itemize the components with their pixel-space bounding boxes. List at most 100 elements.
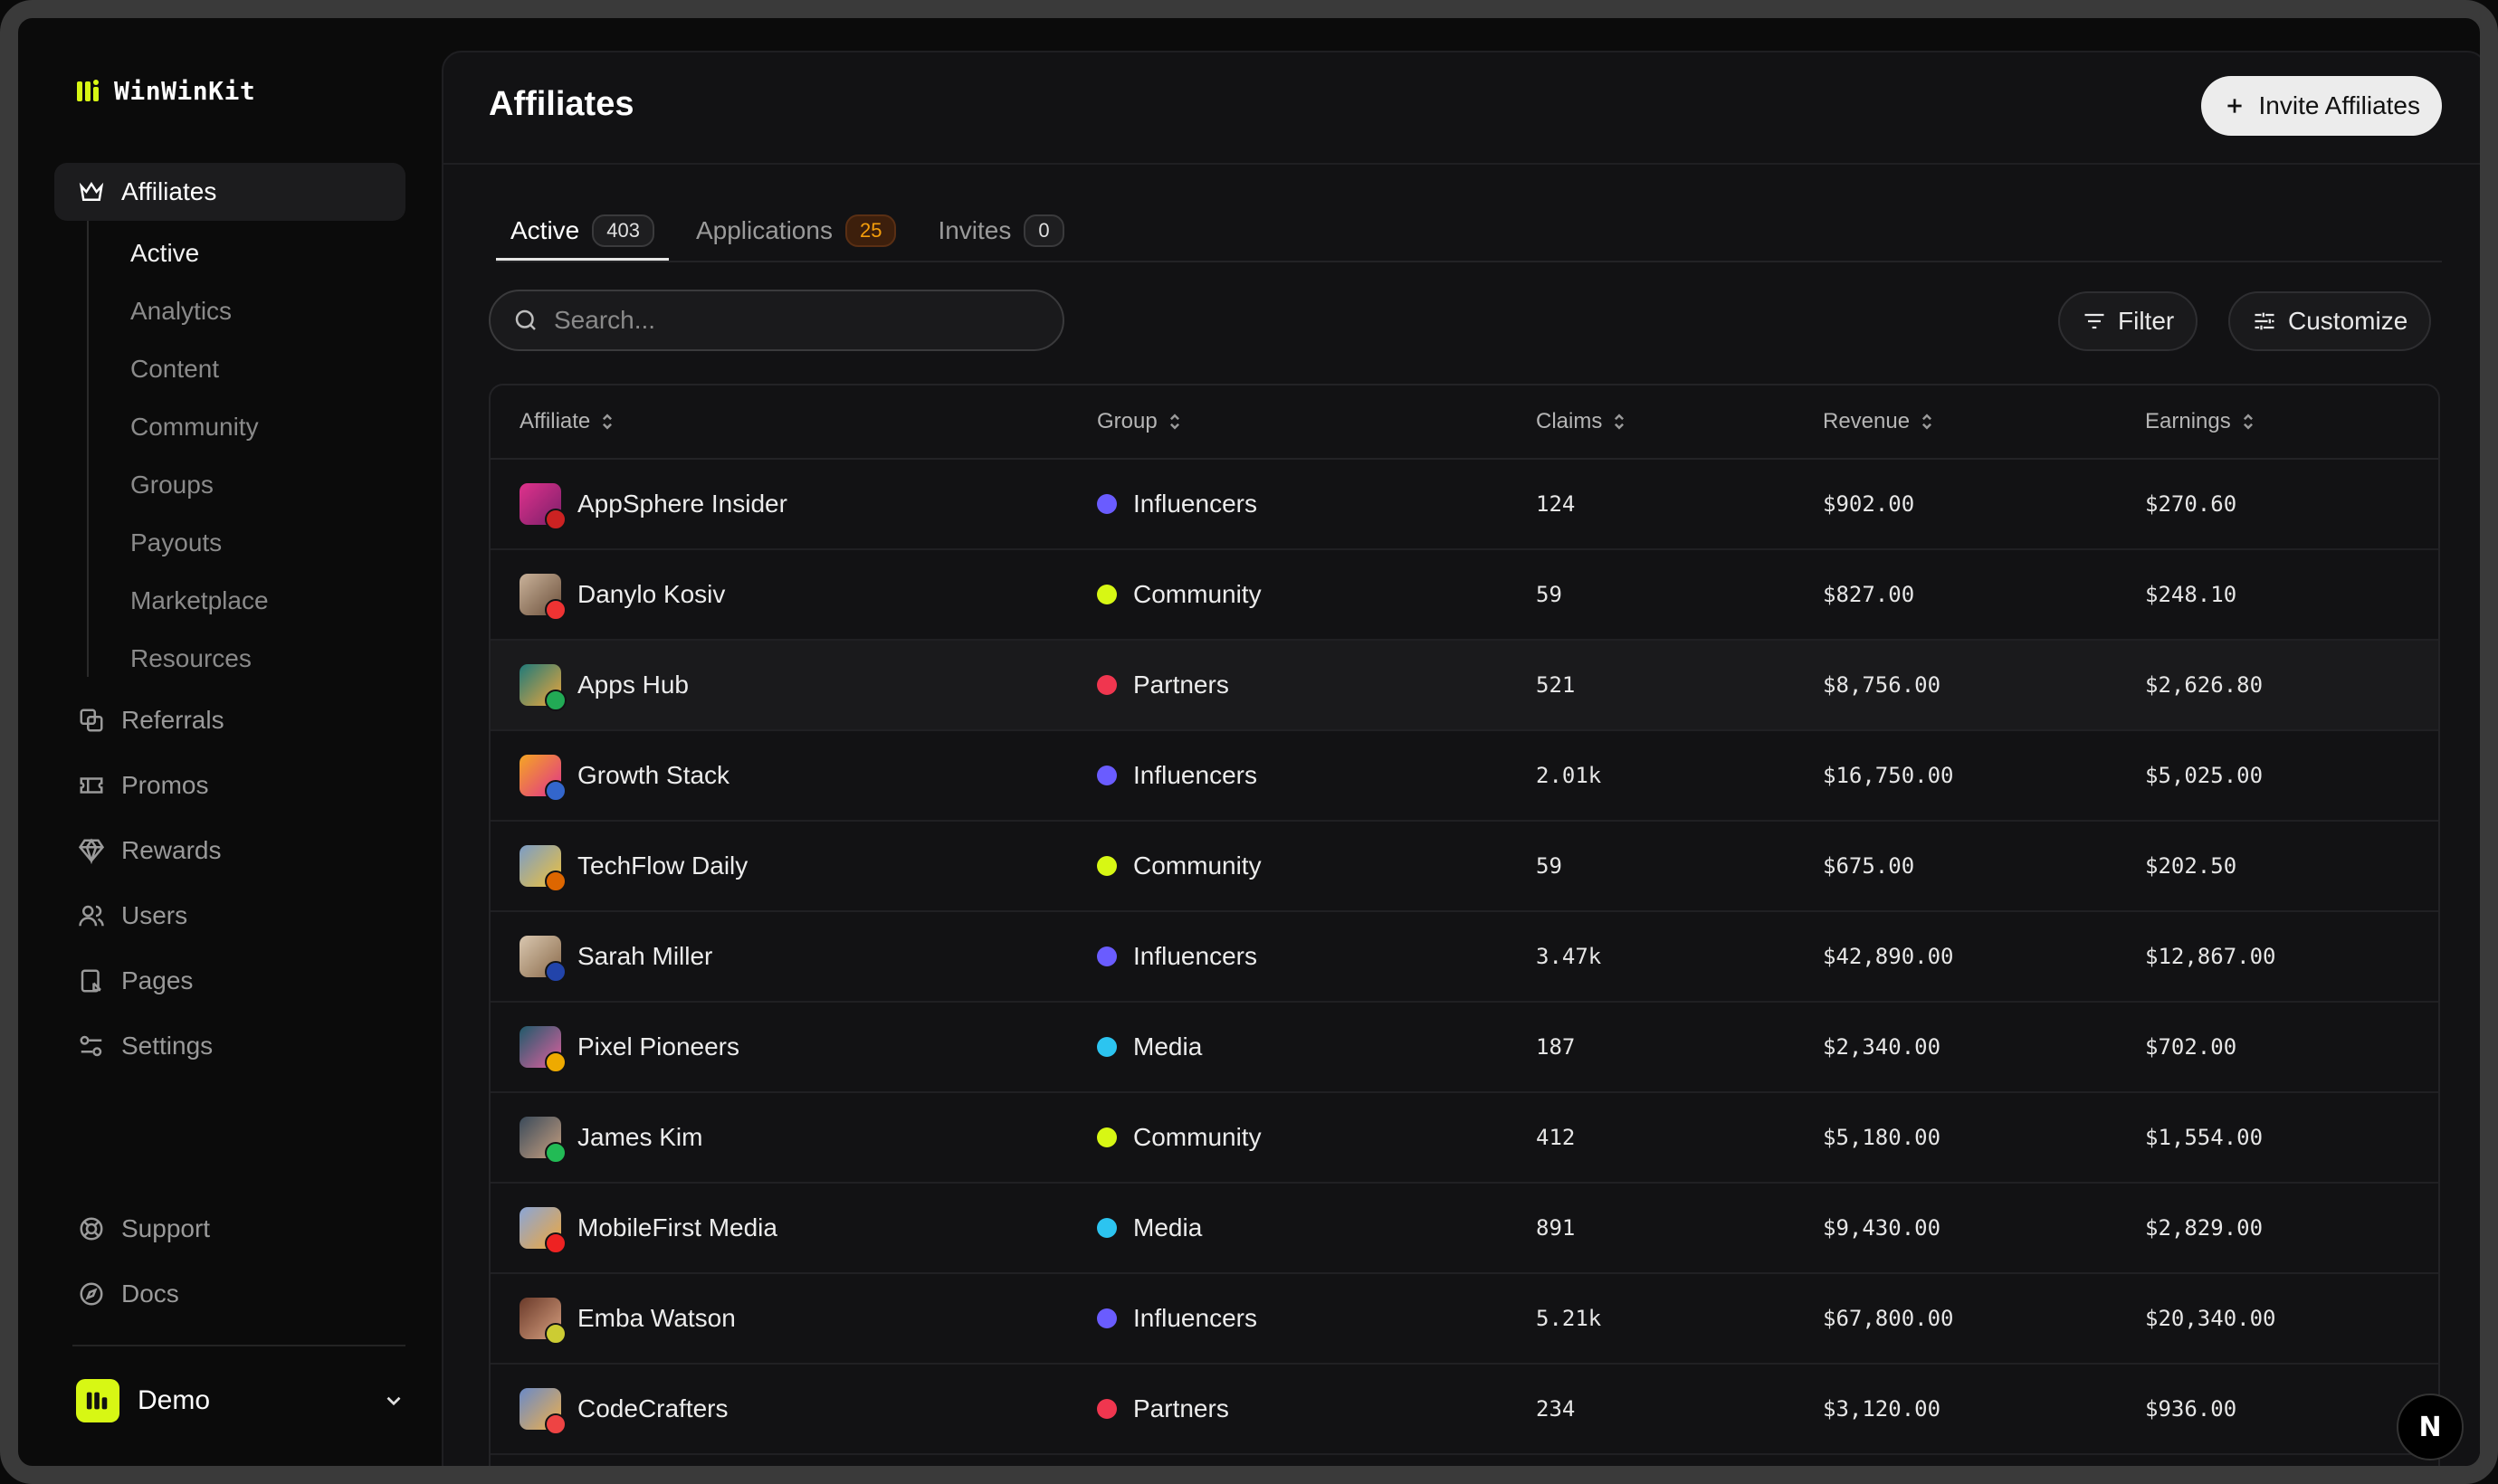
- subnav-item-active[interactable]: Active: [87, 224, 405, 282]
- tab-active[interactable]: Active 403: [496, 203, 669, 261]
- revenue-value: $42,890.00: [1823, 944, 1954, 969]
- count-badge: 0: [1024, 214, 1064, 247]
- sidebar-item-referrals[interactable]: Referrals: [54, 688, 405, 753]
- column-header-affiliate[interactable]: Affiliate: [520, 409, 615, 434]
- plus-icon: [2226, 99, 2242, 113]
- affiliate-cell: Apps Hub: [520, 664, 689, 711]
- column-header-group[interactable]: Group: [1097, 409, 1183, 434]
- affiliate-cell: CodeCrafters: [520, 1388, 729, 1435]
- table-row[interactable]: TechFlow Daily Community 59 $675.00 $202.50: [491, 822, 2438, 912]
- search-input[interactable]: [552, 305, 1026, 336]
- group-color-dot: [1097, 675, 1117, 695]
- earnings-value: $270.60: [2145, 491, 2237, 517]
- revenue-value: $675.00: [1823, 853, 1915, 879]
- sidebar-bottom-nav: Support Docs: [54, 1196, 405, 1327]
- revenue-value: $902.00: [1823, 491, 1915, 517]
- claims-value: 59: [1536, 853, 1562, 879]
- affiliate-name[interactable]: Growth Stack: [577, 761, 729, 790]
- dev-tools-badge[interactable]: N: [2397, 1394, 2464, 1460]
- sidebar-item-promos[interactable]: Promos: [54, 753, 405, 818]
- table-row[interactable]: Growth Stack Influencers 2.01k $16,750.00 $5…: [491, 731, 2438, 822]
- affiliate-name[interactable]: Sarah Miller: [577, 942, 712, 971]
- workspace-switcher[interactable]: Demo: [76, 1368, 405, 1433]
- gem-icon: [78, 838, 105, 864]
- subnav-item-content[interactable]: Content: [87, 340, 405, 398]
- table-row[interactable]: AppSphere Insider Influencers 124 $902.00 $2…: [491, 460, 2438, 550]
- claims-value: 521: [1536, 672, 1576, 698]
- sidebar-item-affiliates[interactable]: Affiliates: [54, 163, 405, 221]
- sort-icon: [2243, 414, 2253, 430]
- workspace-name: Demo: [138, 1385, 211, 1415]
- affiliate-name[interactable]: Apps Hub: [577, 671, 689, 699]
- invite-affiliates-button[interactable]: Invite Affiliates: [2200, 76, 2442, 136]
- column-label: Affiliate: [520, 409, 591, 433]
- app-window: WinWinKit Affiliates Active Analytics Co…: [0, 0, 2498, 1484]
- country-flag-icon: [545, 690, 567, 711]
- affiliate-name[interactable]: Danylo Kosiv: [577, 580, 725, 609]
- page-header: Affiliates Invite Affiliates: [443, 52, 2480, 165]
- subnav-item-community[interactable]: Community: [87, 398, 405, 456]
- claims-value: 891: [1536, 1215, 1576, 1241]
- table-row[interactable]: MobileFirst Media Media 891 $9,430.00 $2,829…: [491, 1184, 2438, 1274]
- count-badge: 25: [844, 214, 897, 247]
- affiliate-name[interactable]: TechFlow Daily: [577, 851, 748, 880]
- count-badge: 403: [592, 214, 654, 247]
- sidebar: WinWinKit Affiliates Active Analytics Co…: [18, 18, 420, 1466]
- subnav-item-analytics[interactable]: Analytics: [87, 282, 405, 340]
- group-color-dot: [1097, 1037, 1117, 1057]
- affiliate-name[interactable]: AppSphere Insider: [577, 490, 787, 518]
- group-name: Community: [1133, 851, 1262, 880]
- sidebar-item-users[interactable]: Users: [54, 883, 405, 948]
- claims-value: 3.47k: [1536, 944, 1602, 969]
- tab-invites[interactable]: Invites 0: [923, 203, 1078, 259]
- affiliate-cell: Danylo Kosiv: [520, 574, 725, 621]
- column-header-earnings[interactable]: Earnings: [2145, 409, 2256, 434]
- filter-button[interactable]: Filter: [2058, 291, 2198, 351]
- subnav-item-payouts[interactable]: Payouts: [87, 514, 405, 572]
- chevron-down-icon: [386, 1396, 401, 1406]
- affiliate-name[interactable]: James Kim: [577, 1123, 702, 1152]
- customize-button[interactable]: Customize: [2228, 291, 2432, 351]
- table-row[interactable]: Pixel Pioneers Media 187 $2,340.00 $702.00: [491, 1003, 2438, 1093]
- group-color-dot: [1097, 1127, 1117, 1147]
- sidebar-item-settings[interactable]: Settings: [54, 1013, 405, 1079]
- sliders-icon: [2255, 312, 2274, 330]
- subnav-item-marketplace[interactable]: Marketplace: [87, 572, 405, 630]
- sidebar-item-docs[interactable]: Docs: [54, 1261, 405, 1327]
- table-row[interactable]: CodeCrafters Partners 234 $3,120.00 $936.00: [491, 1365, 2438, 1455]
- affiliate-name[interactable]: MobileFirst Media: [577, 1213, 777, 1242]
- table-row[interactable]: Apps Hub Partners 521 $8,756.00 $2,626.80: [491, 641, 2438, 731]
- affiliate-name[interactable]: Emba Watson: [577, 1304, 736, 1333]
- sidebar-item-support[interactable]: Support: [54, 1196, 405, 1261]
- affiliate-name[interactable]: Pixel Pioneers: [577, 1032, 739, 1061]
- subnav-item-resources[interactable]: Resources: [87, 630, 405, 688]
- avatar: [520, 845, 567, 892]
- country-flag-icon: [545, 961, 567, 983]
- affiliate-cell: Growth Stack: [520, 755, 729, 802]
- revenue-value: $9,430.00: [1823, 1215, 1941, 1241]
- group-cell: Influencers: [1097, 761, 1257, 790]
- table-row[interactable]: Sarah Miller Influencers 3.47k $42,890.00 $1…: [491, 912, 2438, 1003]
- column-header-claims[interactable]: Claims: [1536, 409, 1627, 434]
- brand[interactable]: WinWinKit: [76, 76, 255, 106]
- table-row[interactable]: Danylo Kosiv Community 59 $827.00 $248.10: [491, 550, 2438, 641]
- sidebar-nav: Affiliates Active Analytics Content Comm…: [54, 163, 405, 1079]
- table-row[interactable]: Emba Watson Influencers 5.21k $67,800.00 $20…: [491, 1274, 2438, 1365]
- sidebar-item-rewards[interactable]: Rewards: [54, 818, 405, 883]
- avatar: [520, 936, 567, 983]
- crown-icon: [79, 181, 104, 201]
- sidebar-item-pages[interactable]: Pages: [54, 948, 405, 1013]
- table-row[interactable]: James Kim Community 412 $5,180.00 $1,554.00: [491, 1093, 2438, 1184]
- group-name: Influencers: [1133, 490, 1257, 518]
- affiliate-name[interactable]: CodeCrafters: [577, 1394, 729, 1423]
- subnav-item-groups[interactable]: Groups: [87, 456, 405, 514]
- tab-label: Active: [510, 216, 580, 244]
- group-cell: Media: [1097, 1032, 1202, 1061]
- avatar: [520, 1207, 567, 1254]
- group-name: Influencers: [1133, 1304, 1257, 1332]
- country-flag-icon: [545, 1232, 567, 1254]
- column-header-revenue[interactable]: Revenue: [1823, 409, 1935, 434]
- sidebar-item-label: Affiliates: [121, 177, 217, 205]
- tab-applications[interactable]: Applications 25: [682, 203, 911, 259]
- brand-logo-icon: [86, 1392, 108, 1410]
